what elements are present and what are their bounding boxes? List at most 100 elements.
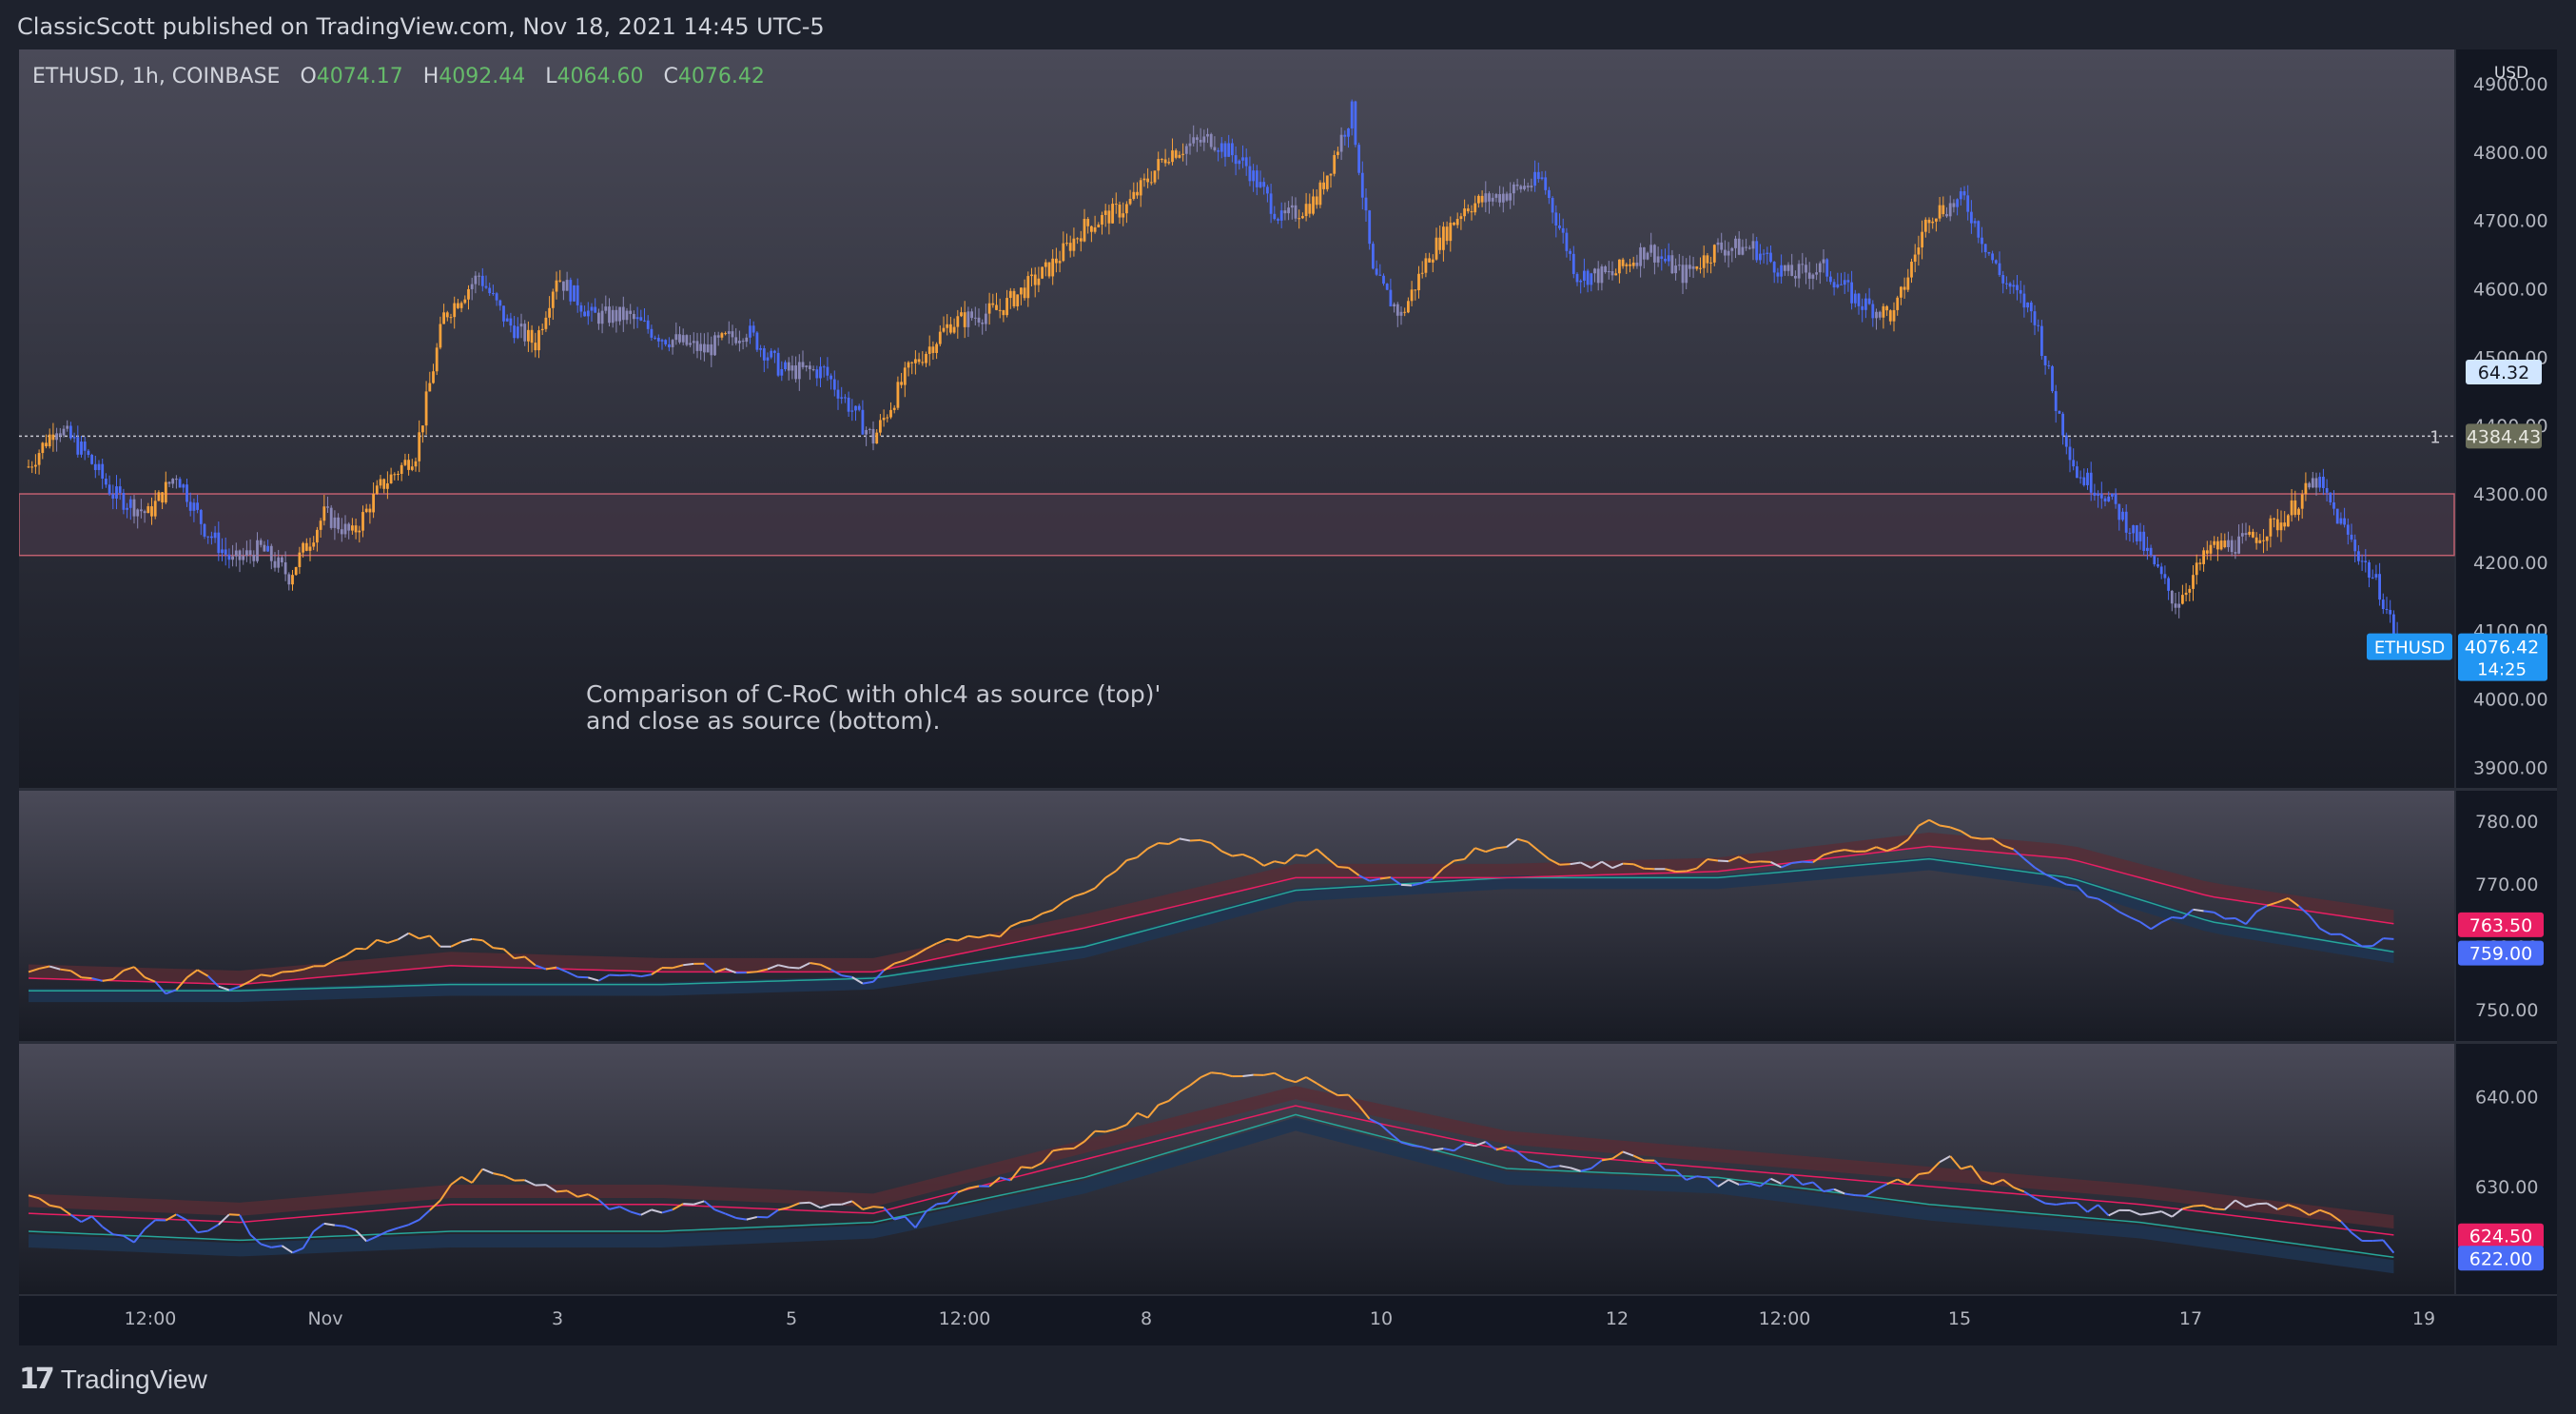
high-value: 4092.44 — [439, 65, 526, 88]
candle-body — [1393, 304, 1395, 307]
price-zone — [19, 493, 2455, 557]
candle-body — [1290, 205, 1294, 208]
candle-body — [2047, 364, 2051, 366]
candle-body — [343, 523, 347, 535]
candle-body — [2156, 564, 2159, 567]
chart-area[interactable]: 13900.004000.004100.004200.004300.004400… — [19, 49, 2557, 1345]
candle-body — [2043, 356, 2047, 365]
candle-body — [221, 549, 224, 554]
candle-body — [1350, 101, 1354, 128]
candle-body — [1864, 298, 1867, 310]
candle-body — [1769, 252, 1772, 263]
candle-body — [1473, 203, 1477, 213]
candle-body — [1505, 193, 1509, 201]
candle-body — [1161, 159, 1163, 161]
candle-body — [1484, 193, 1488, 203]
candle-body — [2389, 609, 2392, 615]
candle-body — [952, 326, 956, 333]
candle-body — [118, 486, 122, 494]
candle-body — [337, 517, 340, 530]
candle-body — [41, 442, 45, 454]
candle-body — [1551, 198, 1554, 213]
candle-body — [1445, 226, 1449, 242]
candle-body — [713, 335, 716, 356]
candle-body — [1385, 284, 1389, 290]
candle-body — [1994, 260, 1998, 264]
candle-body — [519, 324, 523, 327]
candle-body — [2068, 446, 2072, 461]
chart-svg[interactable]: 13900.004000.004100.004200.004300.004400… — [19, 49, 2557, 1345]
candle-body — [819, 366, 822, 379]
candle-body — [1825, 259, 1829, 277]
candle-body — [1255, 170, 1259, 187]
candle-body — [488, 287, 492, 294]
candle-body — [991, 303, 995, 305]
tradingview-logo[interactable]: 17 TradingView — [19, 1363, 207, 1396]
candle-body — [1635, 262, 1639, 266]
candle-body — [1093, 226, 1097, 232]
ind2-tick-label: 640.00 — [2475, 1088, 2538, 1109]
candle-body — [2265, 536, 2269, 541]
candle-body — [1730, 247, 1734, 251]
candle-body — [217, 532, 221, 554]
candle-body — [1026, 276, 1030, 299]
candle-body — [1501, 193, 1505, 203]
candle-body — [1691, 265, 1695, 269]
candle-body — [132, 499, 136, 517]
candle-body — [178, 479, 182, 488]
candle-body — [389, 474, 393, 483]
candle-body — [1259, 182, 1262, 187]
close-label: C — [663, 65, 678, 88]
candle-body — [1875, 311, 1878, 319]
candle-body — [2138, 531, 2142, 541]
candle-body — [45, 442, 48, 447]
candle-body — [234, 550, 238, 557]
candle-body — [2339, 518, 2343, 524]
candle-body — [1428, 258, 1431, 263]
price-tick-label: 3900.00 — [2473, 757, 2548, 778]
candle-body — [2019, 289, 2022, 294]
candle-body — [530, 329, 534, 344]
candle-body — [1139, 180, 1142, 196]
candle-body — [140, 509, 143, 512]
candle-body — [2198, 562, 2202, 564]
candle-body — [1871, 304, 1875, 319]
ind1-roc-segment — [1400, 883, 1413, 887]
candle-body — [428, 383, 432, 392]
candle-body — [836, 389, 840, 399]
candle-body — [1646, 252, 1649, 260]
candle-body — [2322, 477, 2325, 488]
candle-body — [2037, 324, 2040, 326]
candle-body — [242, 556, 245, 560]
candle-body — [540, 328, 544, 331]
top-value-tag: 64.32 — [2478, 363, 2529, 383]
candle-body — [2064, 435, 2068, 447]
candle-body — [594, 306, 597, 313]
candle-body — [1111, 204, 1114, 224]
candle-body — [1853, 293, 1857, 304]
open-value: 4074.17 — [316, 65, 403, 88]
ind2-roc-segment — [936, 1202, 947, 1206]
candle-body — [2283, 522, 2287, 527]
candle-body — [527, 329, 530, 342]
candle-body — [1277, 219, 1279, 221]
candle-body — [206, 536, 210, 538]
candle-body — [2237, 536, 2240, 554]
candle-body — [1558, 226, 1561, 228]
candle-body — [2205, 550, 2209, 554]
candle-body — [1252, 170, 1255, 182]
candle-body — [333, 517, 337, 528]
candle-body — [1157, 159, 1161, 171]
candle-body — [269, 545, 273, 561]
candle-body — [1118, 204, 1122, 218]
tradingview-brand: TradingView — [60, 1364, 207, 1394]
candle-body — [1790, 265, 1794, 276]
candle-body — [1625, 264, 1629, 266]
candle-body — [600, 310, 604, 324]
candle-body — [2078, 477, 2082, 479]
candle-body — [128, 499, 132, 508]
candle-body — [639, 317, 643, 321]
candle-body — [453, 303, 457, 318]
candle-body — [1196, 137, 1199, 140]
candle-body — [629, 310, 633, 314]
